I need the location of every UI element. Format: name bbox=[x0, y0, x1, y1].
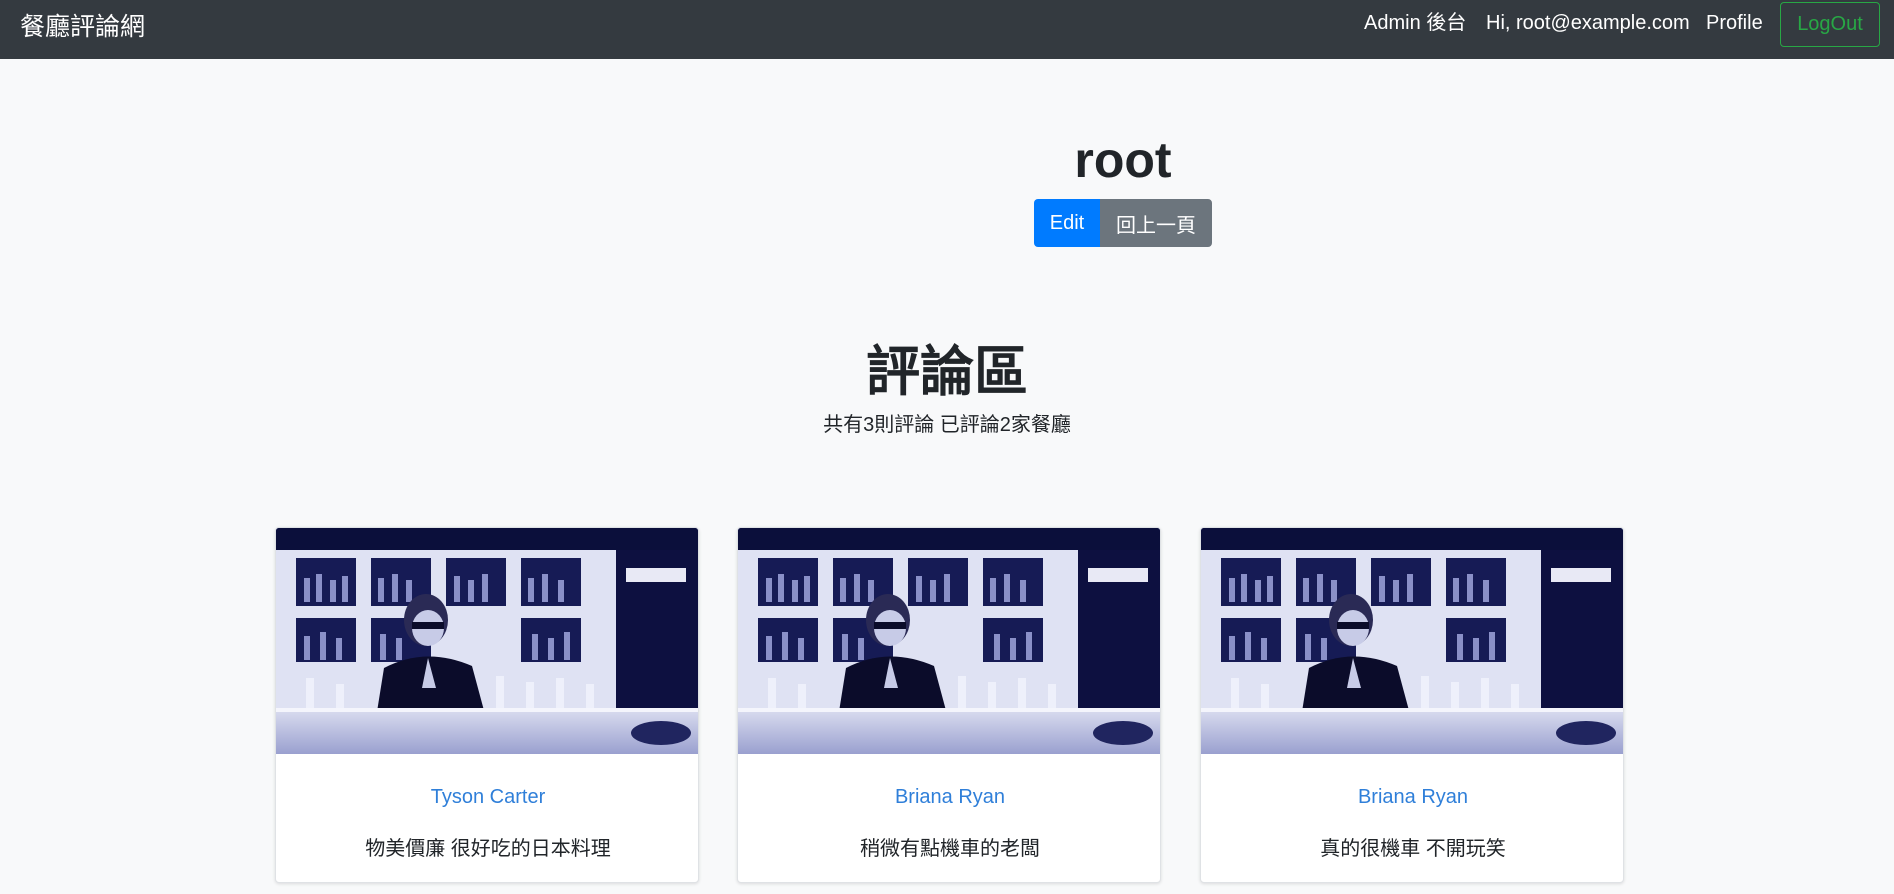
back-button[interactable]: 回上一頁 bbox=[1100, 199, 1212, 247]
review-comment: 真的很機車 不開玩笑 bbox=[1320, 838, 1506, 860]
bartender-photo bbox=[738, 528, 1161, 754]
review-card: Briana Ryan 稍微有點機車的老闆 bbox=[737, 527, 1161, 883]
restaurant-link[interactable]: Tyson Carter bbox=[276, 783, 698, 811]
top-navbar: 餐廳評論網 Admin 後台 Hi, root@example.com Prof… bbox=[0, 0, 1894, 59]
logout-button[interactable]: LogOut bbox=[1780, 2, 1880, 47]
bartender-photo bbox=[276, 528, 699, 754]
user-greeting: Hi, root@example.com bbox=[1486, 12, 1690, 34]
reviews-summary: 共有3則評論 已評論2家餐廳 bbox=[823, 414, 1071, 436]
admin-link[interactable]: Admin 後台 bbox=[1364, 11, 1466, 35]
restaurant-image[interactable] bbox=[738, 528, 1161, 754]
brand-logo-link[interactable]: 餐廳評論網 bbox=[20, 10, 145, 44]
restaurant-image[interactable] bbox=[1201, 528, 1624, 754]
restaurant-link[interactable]: Briana Ryan bbox=[738, 783, 1160, 811]
review-card-body: Briana Ryan 真的很機車 不開玩笑 bbox=[1201, 754, 1623, 882]
profile-name: root bbox=[1074, 132, 1172, 188]
review-comment: 物美價廉 很好吃的日本料理 bbox=[365, 838, 611, 860]
bartender-photo bbox=[1201, 528, 1624, 754]
reviews-section-title: 評論區 bbox=[866, 339, 1028, 403]
profile-link[interactable]: Profile bbox=[1706, 11, 1763, 35]
restaurant-link[interactable]: Briana Ryan bbox=[1201, 783, 1623, 811]
review-card-body: Briana Ryan 稍微有點機車的老闆 bbox=[738, 754, 1160, 882]
review-card-body: Tyson Carter 物美價廉 很好吃的日本料理 bbox=[276, 754, 698, 882]
edit-button[interactable]: Edit bbox=[1034, 199, 1100, 247]
review-card: Briana Ryan 真的很機車 不開玩笑 bbox=[1200, 527, 1624, 883]
restaurant-image[interactable] bbox=[276, 528, 699, 754]
review-card: Tyson Carter 物美價廉 很好吃的日本料理 bbox=[275, 527, 699, 883]
review-comment: 稍微有點機車的老闆 bbox=[860, 838, 1040, 860]
